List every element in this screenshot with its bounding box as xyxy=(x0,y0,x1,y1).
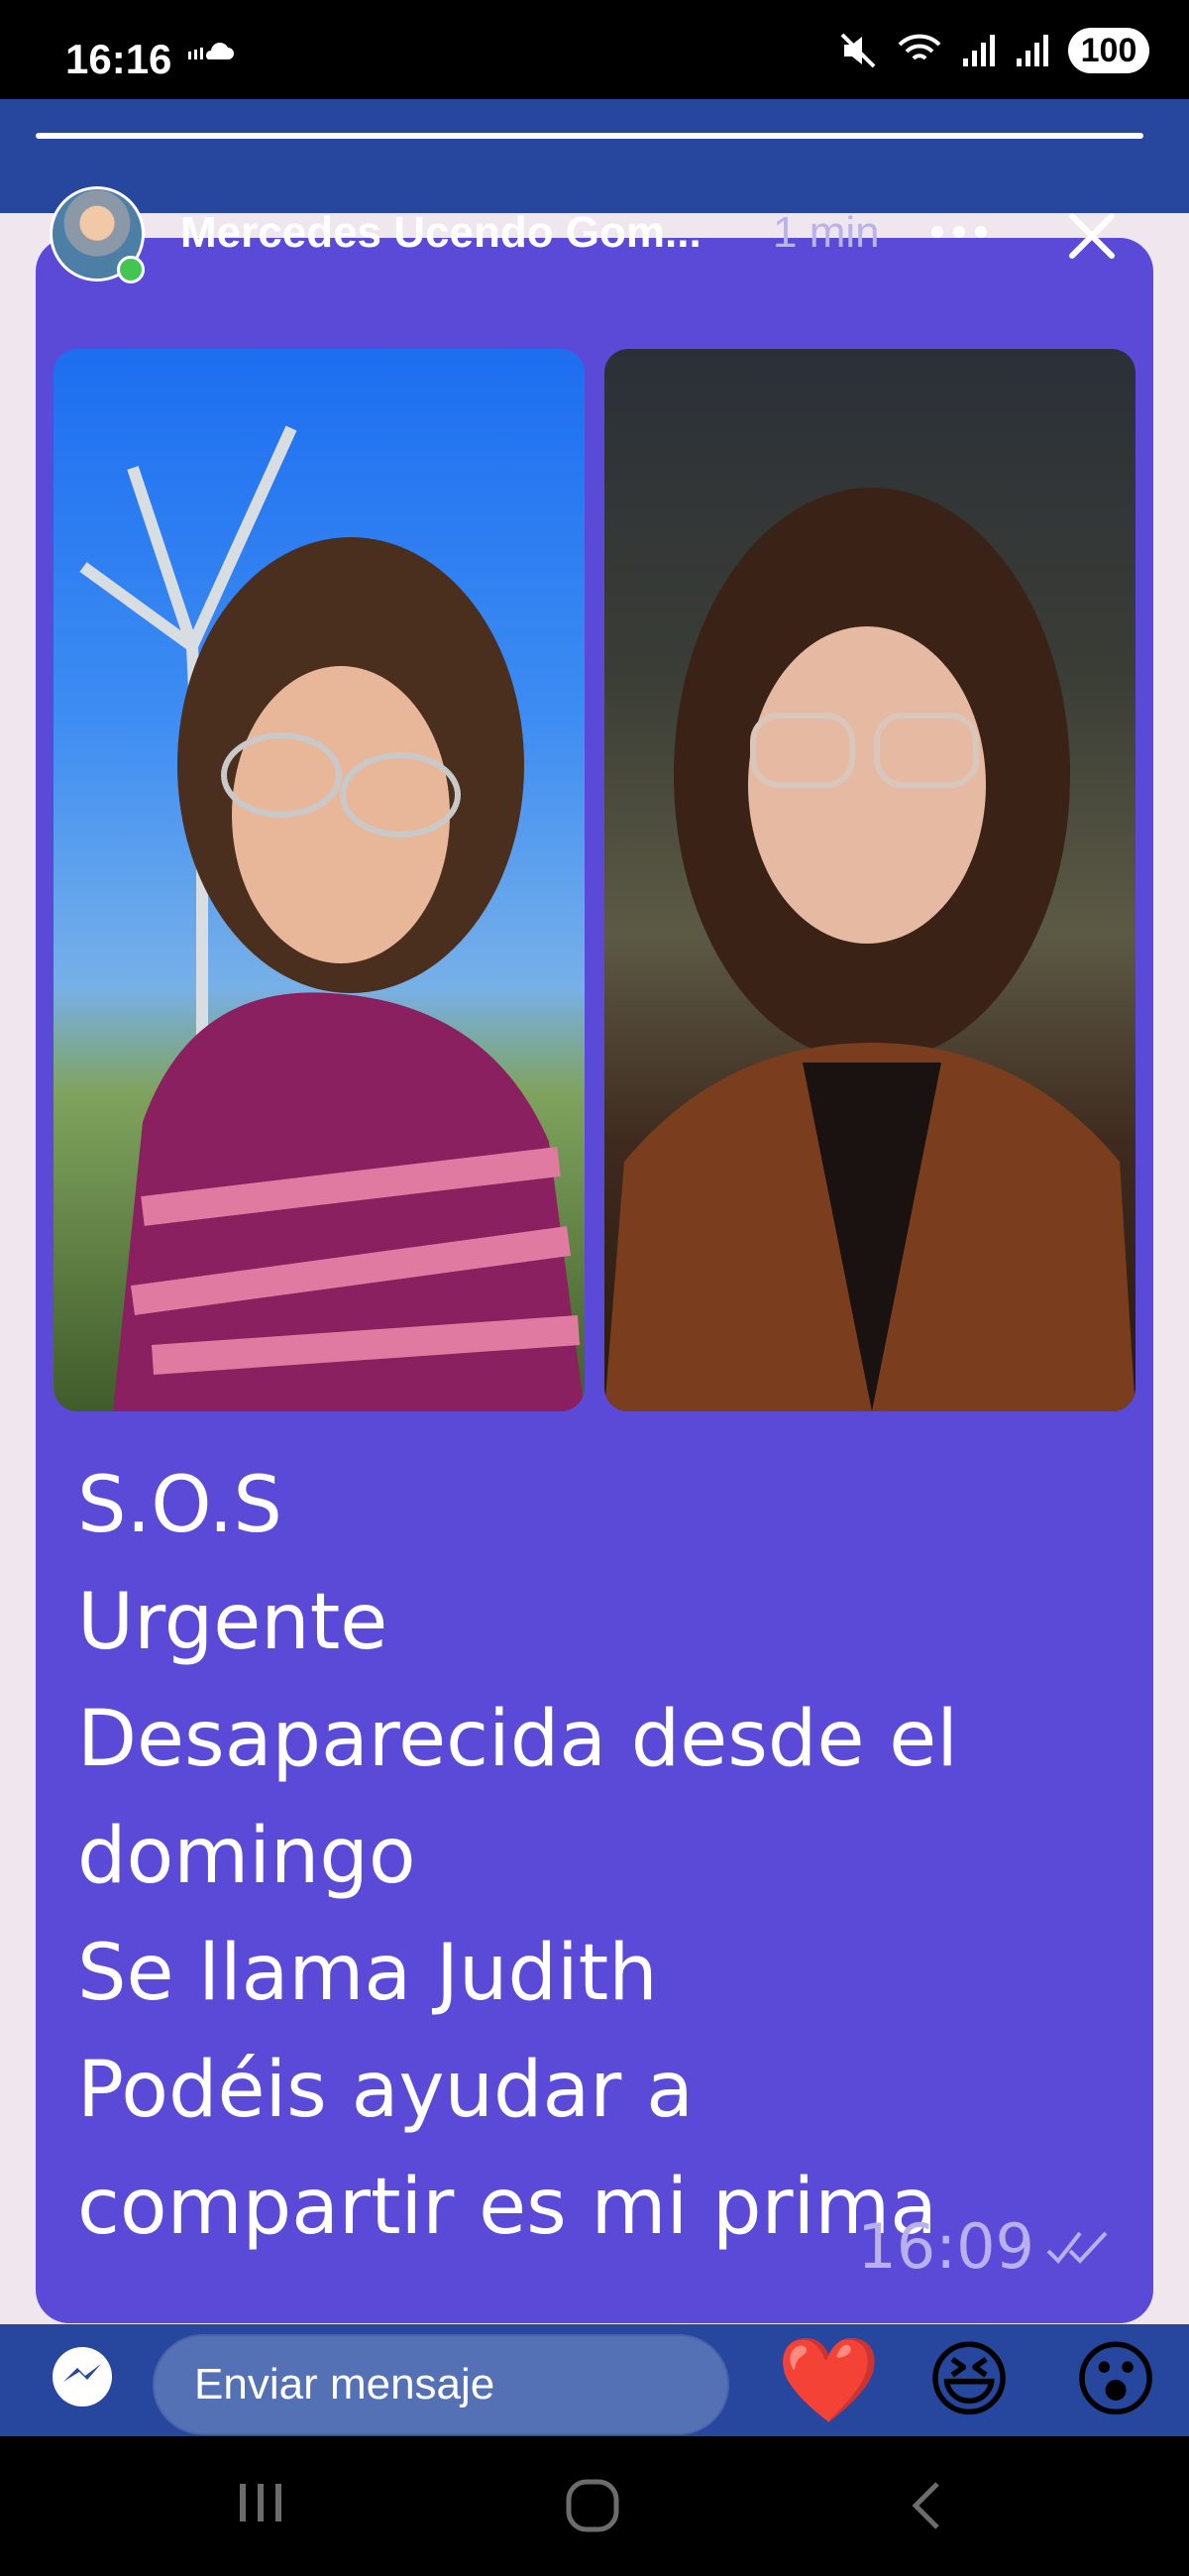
message-text: S.O.S Urgente Desaparecida desde el domi… xyxy=(77,1447,1108,2266)
close-icon[interactable] xyxy=(1062,206,1122,266)
status-time: 16:16 xyxy=(65,36,172,82)
message-line: S.O.S xyxy=(77,1461,282,1550)
signal-icon xyxy=(963,35,995,66)
photo-right xyxy=(604,349,1135,1411)
reaction-laugh[interactable]: 😆 xyxy=(921,2332,1017,2427)
reaction-heart[interactable]: ❤️ xyxy=(777,2332,881,2427)
more-options-icon[interactable] xyxy=(931,226,987,238)
message-card: S.O.S Urgente Desaparecida desde el domi… xyxy=(36,238,1153,2323)
cloud-sync-icon xyxy=(188,43,234,59)
messenger-icon[interactable] xyxy=(50,2344,115,2409)
status-icons: 100 xyxy=(838,28,1149,73)
message-line: Se llama Judith xyxy=(77,1929,658,2018)
recent-apps-icon[interactable] xyxy=(234,2476,287,2529)
home-icon[interactable] xyxy=(563,2476,622,2535)
wifi-icon xyxy=(898,34,941,60)
story-header: Mercedes Ucendo Gom... 1 min xyxy=(0,182,1189,301)
photo-right-illustration xyxy=(604,488,1135,1411)
message-time: 16:09 xyxy=(857,2210,1034,2283)
message-timestamp: 16:09 xyxy=(857,2210,1114,2283)
photo-left xyxy=(54,349,585,1411)
photo-left-illustration xyxy=(79,425,585,1411)
mute-icon xyxy=(840,33,876,68)
double-check-icon xyxy=(1046,2231,1108,2264)
message-line: Urgente xyxy=(77,1578,388,1667)
reply-bar: Enviar mensaje ❤️ 😆 😮 xyxy=(0,2324,1189,2436)
back-icon[interactable] xyxy=(902,2476,951,2535)
message-line: Podéis ayudar a xyxy=(77,2046,694,2135)
system-nav-bar xyxy=(0,2436,1189,2576)
online-indicator xyxy=(117,256,145,283)
status-bar: 16:16 100 xyxy=(0,0,1189,99)
reply-input[interactable]: Enviar mensaje xyxy=(153,2334,729,2435)
reaction-wow[interactable]: 😮 xyxy=(1068,2332,1163,2427)
signal-icon-2 xyxy=(1017,35,1048,66)
message-line: domingo xyxy=(77,1812,416,1901)
poster-name[interactable]: Mercedes Ucendo Gom... xyxy=(180,208,702,258)
battery-indicator: 100 xyxy=(1068,28,1149,73)
story-viewer[interactable]: S.O.S Urgente Desaparecida desde el domi… xyxy=(0,99,1189,2436)
post-time: 1 min xyxy=(773,208,880,257)
message-line: Desaparecida desde el xyxy=(77,1695,958,1784)
story-progress-bar xyxy=(36,133,1143,139)
